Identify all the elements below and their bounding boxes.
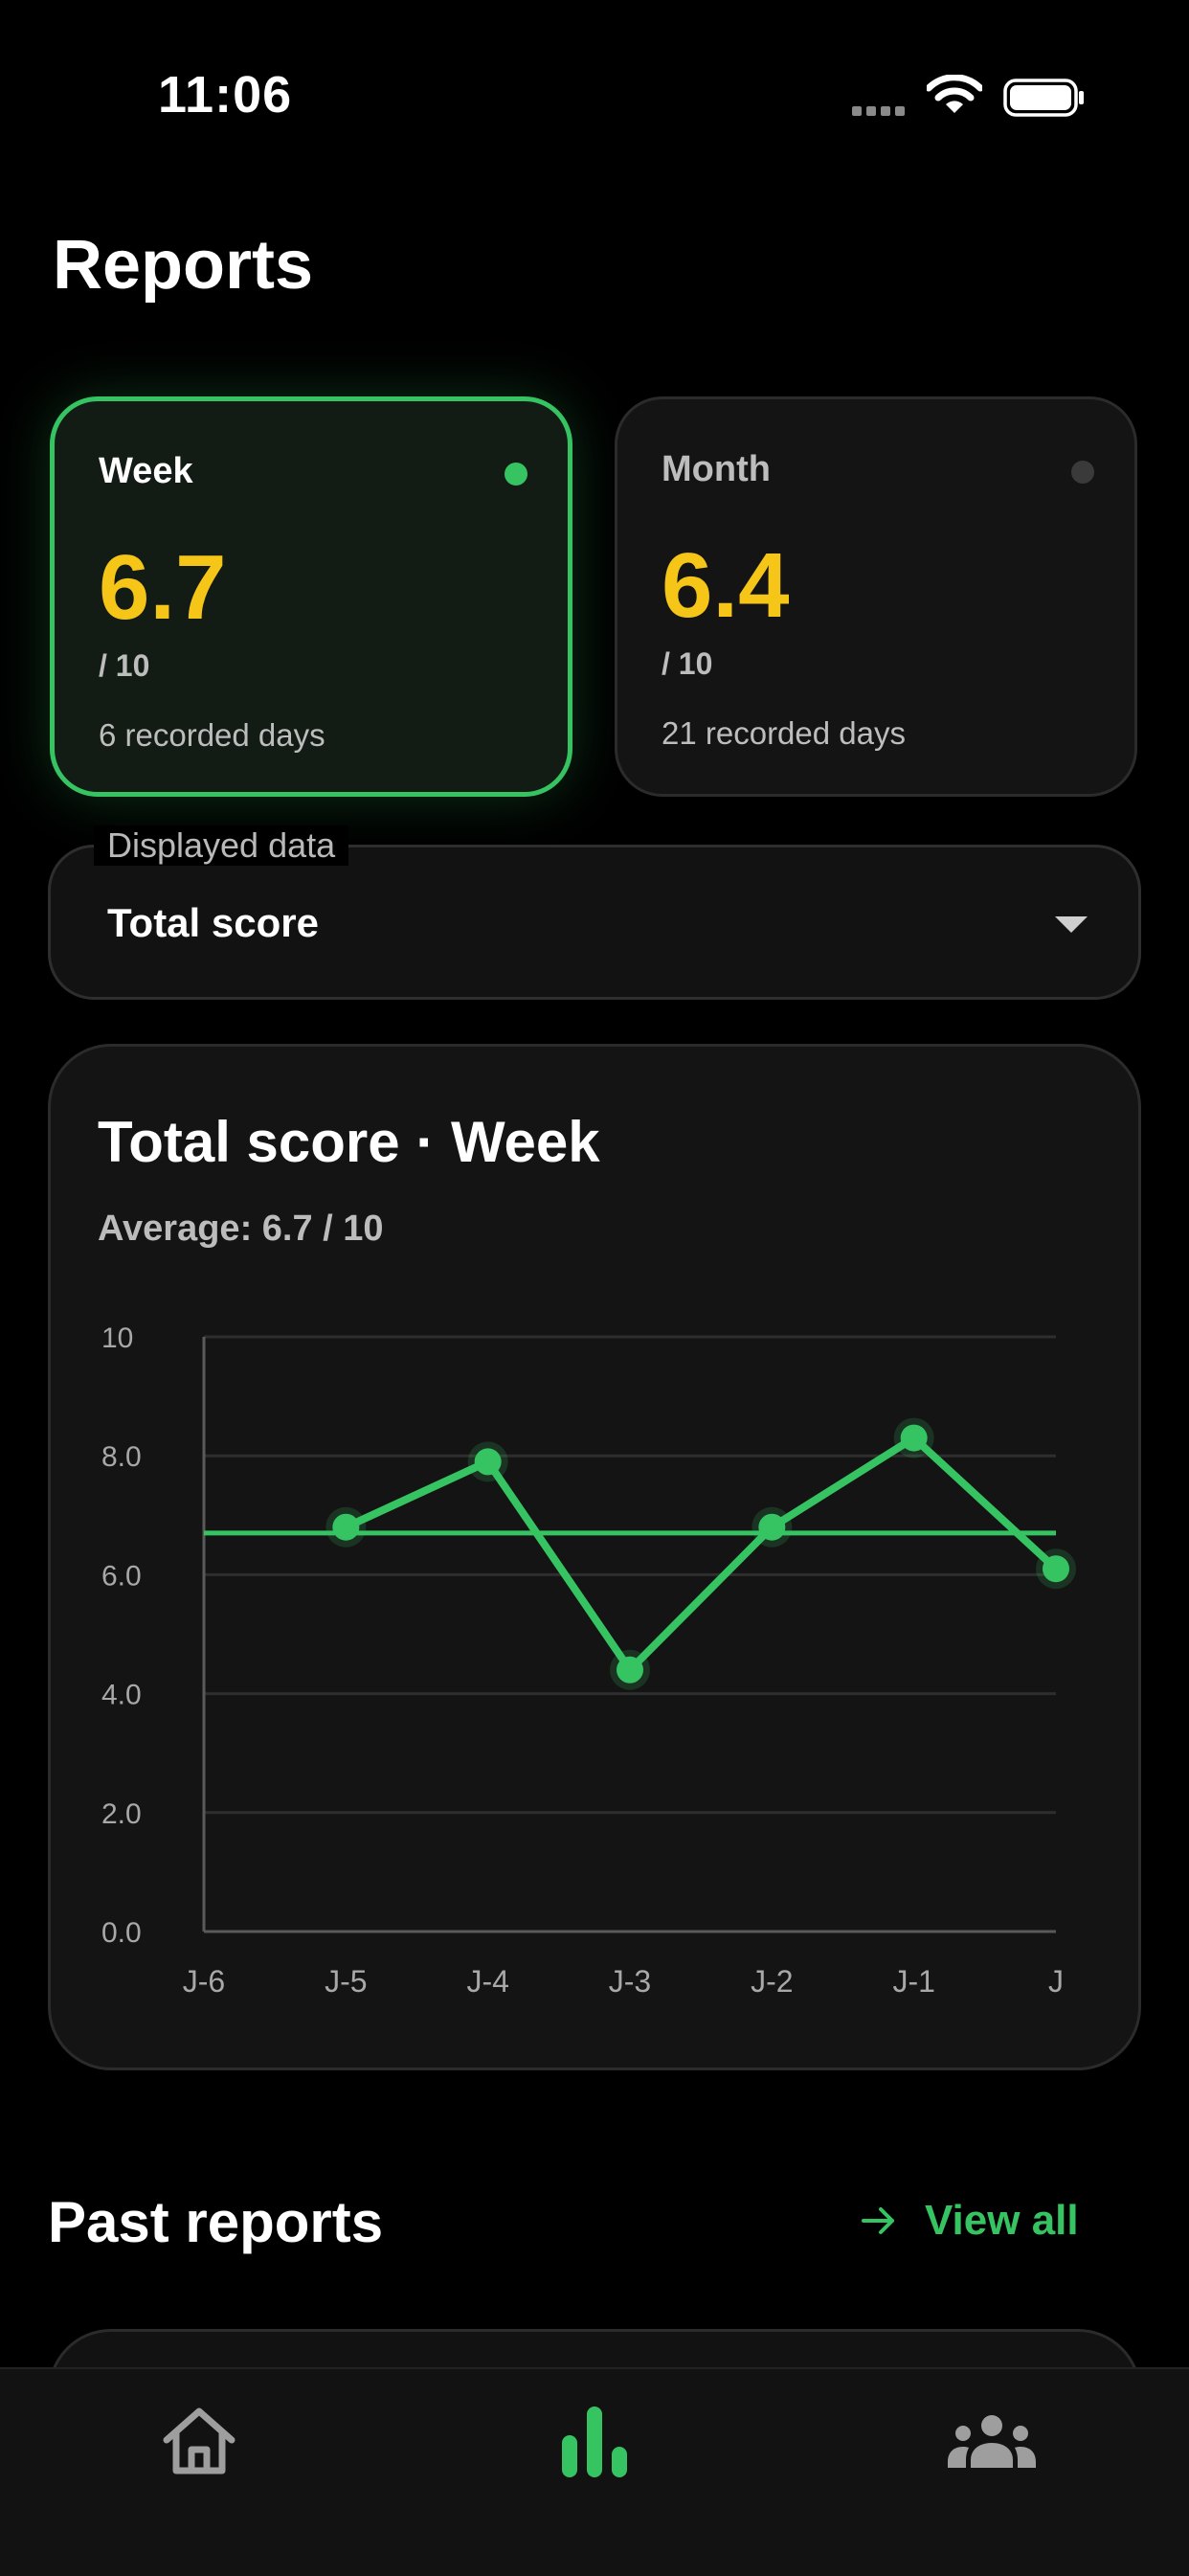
x-tick-label: J-2	[751, 1964, 793, 1999]
y-tick-label: 0.0	[101, 1917, 142, 1949]
y-tick-label: 4.0	[101, 1680, 142, 1711]
data-point	[758, 1513, 786, 1541]
x-tick-label: J-1	[892, 1964, 934, 1999]
data-point	[474, 1448, 502, 1476]
x-tick-label: J-4	[466, 1964, 508, 1999]
tab-community[interactable]	[915, 2369, 1068, 2513]
data-point	[900, 1424, 928, 1452]
y-tick-label: 6.0	[101, 1560, 142, 1592]
y-tick-label: 10	[101, 1322, 133, 1354]
home-icon	[163, 2407, 236, 2474]
series-line	[342, 1434, 1060, 1674]
view-all-link[interactable]: View all	[860, 2197, 1079, 2245]
y-tick-label: 8.0	[101, 1441, 142, 1473]
bar-chart-icon	[562, 2407, 627, 2477]
y-tick-label: 2.0	[101, 1798, 142, 1830]
x-tick-label: J-3	[609, 1964, 651, 1999]
tab-reports[interactable]	[518, 2369, 671, 2513]
data-point	[1043, 1555, 1069, 1583]
x-tick-label: J-5	[325, 1964, 367, 1999]
tab-home[interactable]	[123, 2369, 276, 2513]
score-line-chart: 0.0 2.0 4.0 6.0 8.0 10 J-6 J-5 J-4 J-3 J-2 J-1 J	[101, 1322, 1076, 1999]
data-point	[617, 1656, 643, 1683]
data-point	[332, 1513, 360, 1541]
group-icon	[948, 2415, 1036, 2468]
past-reports-title: Past reports	[48, 2190, 384, 2254]
tab-bar	[0, 2367, 1189, 2576]
view-all-label: View all	[925, 2197, 1079, 2244]
arrow-right-icon	[862, 2207, 894, 2234]
x-tick-label: J	[1048, 1964, 1064, 1999]
x-tick-label: J-6	[183, 1964, 225, 1999]
